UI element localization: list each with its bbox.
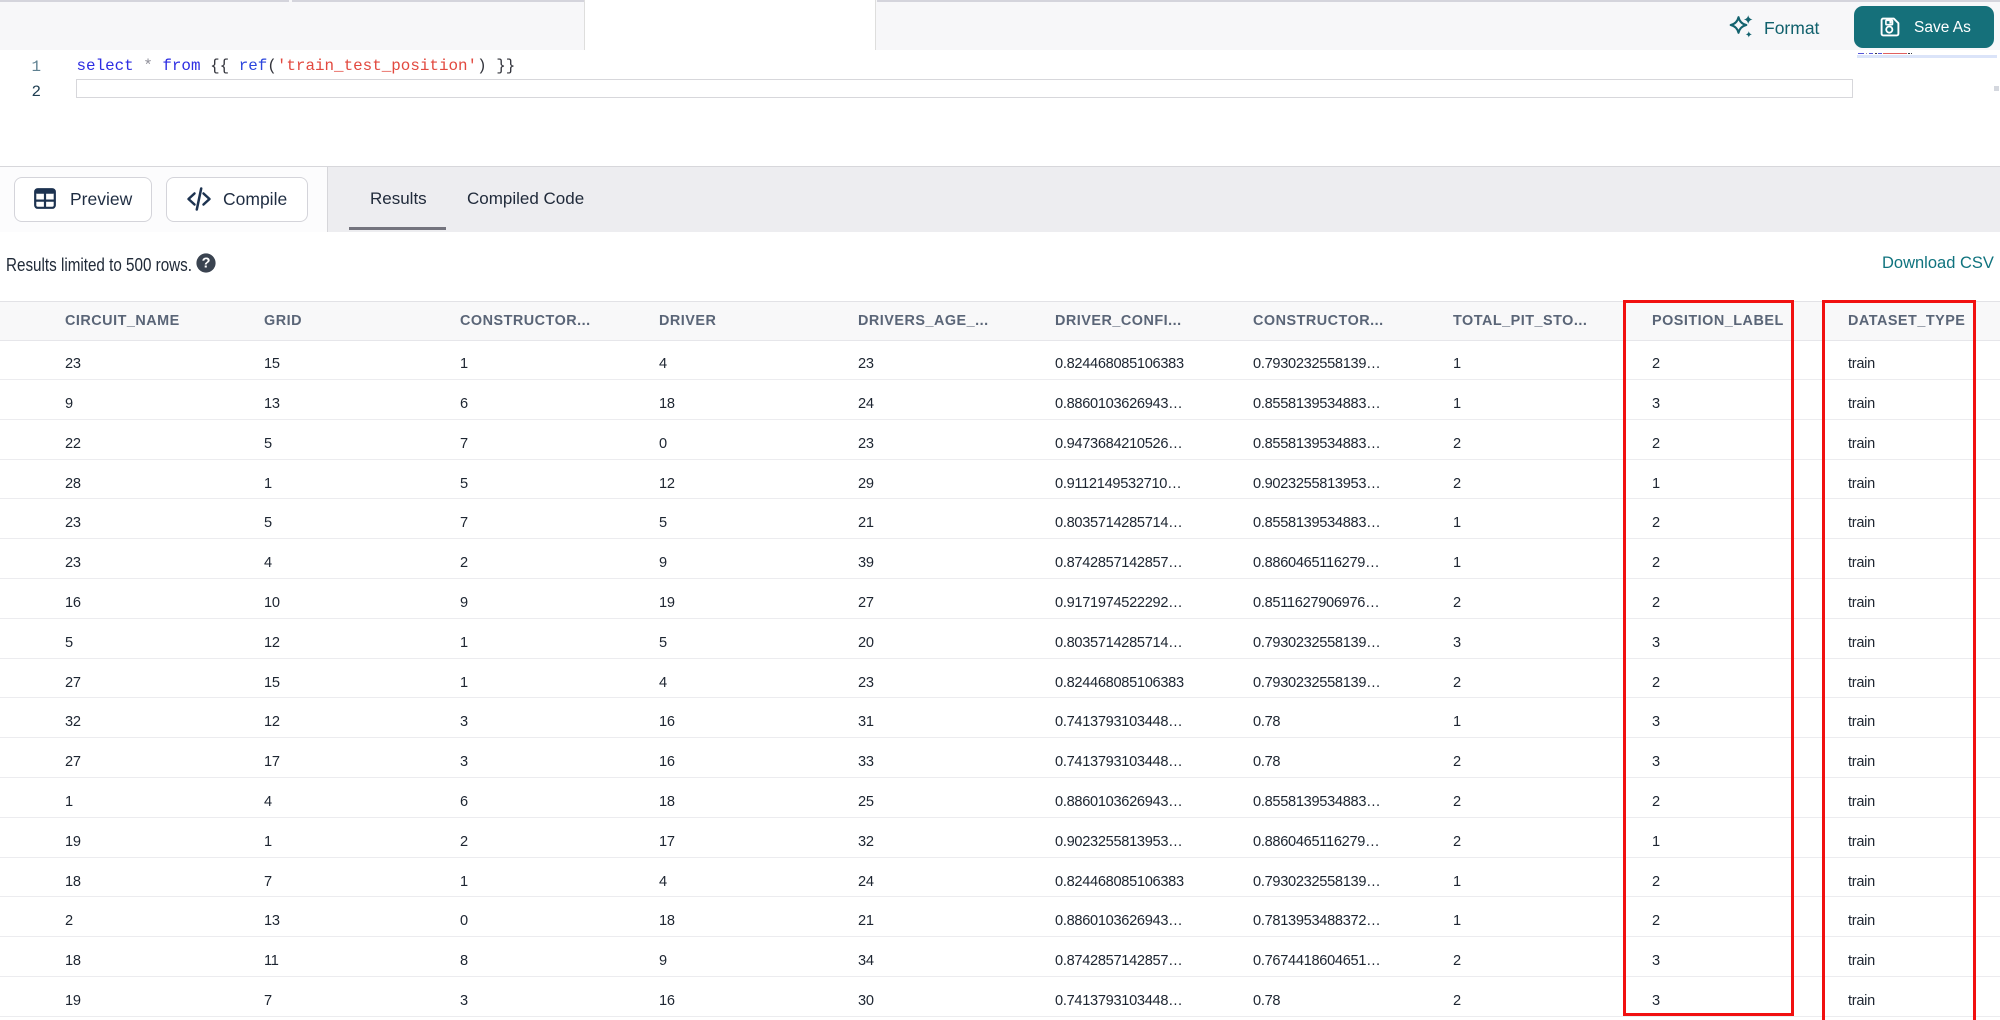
svg-text:?: ? xyxy=(202,256,211,272)
